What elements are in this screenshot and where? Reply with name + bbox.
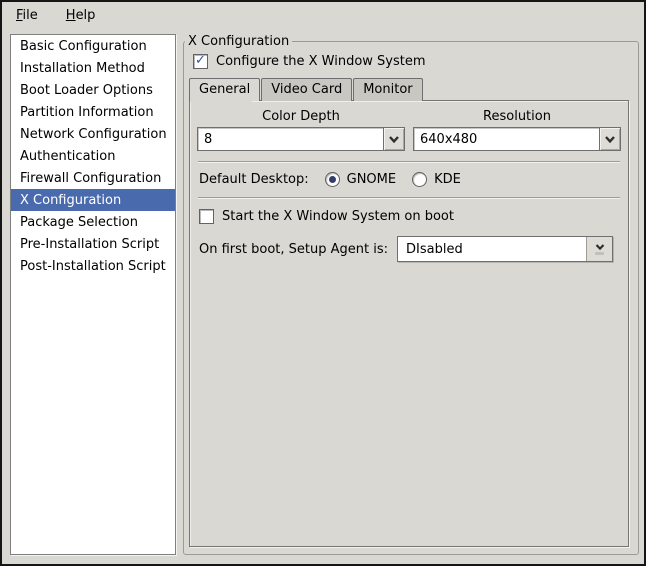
setup-agent-value-text: DIsabled xyxy=(406,242,463,257)
dropdown-dash-icon xyxy=(595,252,604,255)
sidebar-item-package-selection[interactable]: Package Selection xyxy=(11,211,175,233)
configure-x-checkbox-row[interactable]: ✓ Configure the X Window System xyxy=(193,54,629,69)
color-depth-dropdown-button[interactable] xyxy=(383,127,405,151)
separator xyxy=(198,161,620,163)
color-depth-combobox[interactable]: 8 xyxy=(197,127,405,151)
resolution-combobox[interactable]: 640x480 xyxy=(413,127,621,151)
separator xyxy=(198,197,620,199)
kickstart-configurator-window: File Help Basic Configuration Installati… xyxy=(0,0,646,566)
kde-radio-label: KDE xyxy=(434,172,461,187)
window-body: Basic Configuration Installation Method … xyxy=(2,29,644,564)
chevron-down-icon xyxy=(388,136,400,143)
check-icon: ✓ xyxy=(195,54,206,67)
section-list: Basic Configuration Installation Method … xyxy=(10,34,176,555)
resolution-entry[interactable]: 640x480 xyxy=(413,127,599,151)
sidebar-item-authentication[interactable]: Authentication xyxy=(11,145,175,167)
general-tab-panel: Color Depth 8 Resolution xyxy=(189,100,629,547)
setup-agent-row: On first boot, Setup Agent is: DIsabled xyxy=(199,236,621,262)
sidebar-item-basic-configuration[interactable]: Basic Configuration xyxy=(11,35,175,57)
group-title: X Configuration xyxy=(185,33,292,50)
sidebar-item-x-configuration[interactable]: X Configuration xyxy=(11,189,175,211)
sidebar-item-partition-information[interactable]: Partition Information xyxy=(11,101,175,123)
color-depth-group: Color Depth 8 xyxy=(197,109,405,151)
configure-x-checkbox[interactable]: ✓ xyxy=(193,54,208,69)
configure-x-label: Configure the X Window System xyxy=(216,54,426,69)
sidebar-item-pre-installation-script[interactable]: Pre-Installation Script xyxy=(11,233,175,255)
menubar: File Help xyxy=(2,2,644,29)
chevron-down-icon xyxy=(595,244,605,250)
sidebar-item-network-configuration[interactable]: Network Configuration xyxy=(11,123,175,145)
tab-general[interactable]: General xyxy=(189,78,260,101)
sidebar-item-firewall-configuration[interactable]: Firewall Configuration xyxy=(11,167,175,189)
tab-video-card[interactable]: Video Card xyxy=(261,78,352,101)
setup-agent-value: DIsabled xyxy=(398,237,586,261)
resolution-dropdown-button[interactable] xyxy=(599,127,621,151)
kde-radio-option[interactable]: KDE xyxy=(412,172,461,187)
color-depth-entry[interactable]: 8 xyxy=(197,127,383,151)
default-desktop-row: Default Desktop: GNOME KDE xyxy=(199,172,621,187)
setup-agent-dropdown-button[interactable] xyxy=(586,237,612,261)
gnome-radio-label: GNOME xyxy=(347,172,396,187)
start-x-on-boot-checkbox[interactable] xyxy=(199,209,214,224)
resolution-value: 640x480 xyxy=(420,132,477,147)
sidebar-item-post-installation-script[interactable]: Post-Installation Script xyxy=(11,255,175,277)
start-x-on-boot-row[interactable]: Start the X Window System on boot xyxy=(199,209,621,224)
menu-file[interactable]: File xyxy=(10,5,44,26)
menu-help[interactable]: Help xyxy=(60,5,102,26)
sidebar-item-installation-method[interactable]: Installation Method xyxy=(11,57,175,79)
color-depth-label: Color Depth xyxy=(197,109,405,124)
setup-agent-label: On first boot, Setup Agent is: xyxy=(199,242,388,257)
color-depth-value: 8 xyxy=(204,132,212,147)
default-desktop-label: Default Desktop: xyxy=(199,172,309,187)
chevron-down-icon xyxy=(604,136,616,143)
resolution-label: Resolution xyxy=(413,109,621,124)
x-config-tabs: General Video Card Monitor xyxy=(189,78,629,101)
kde-radio-button[interactable] xyxy=(412,172,427,187)
start-x-on-boot-label: Start the X Window System on boot xyxy=(222,209,454,224)
tab-monitor[interactable]: Monitor xyxy=(353,78,422,101)
gnome-radio-option[interactable]: GNOME xyxy=(325,172,396,187)
setup-agent-dropdown[interactable]: DIsabled xyxy=(397,236,613,262)
sidebar-item-boot-loader-options[interactable]: Boot Loader Options xyxy=(11,79,175,101)
depth-resolution-row: Color Depth 8 Resolution xyxy=(197,109,621,151)
gnome-radio-button[interactable] xyxy=(325,172,340,187)
x-configuration-group: X Configuration ✓ Configure the X Window… xyxy=(183,41,639,555)
resolution-group: Resolution 640x480 xyxy=(413,109,621,151)
